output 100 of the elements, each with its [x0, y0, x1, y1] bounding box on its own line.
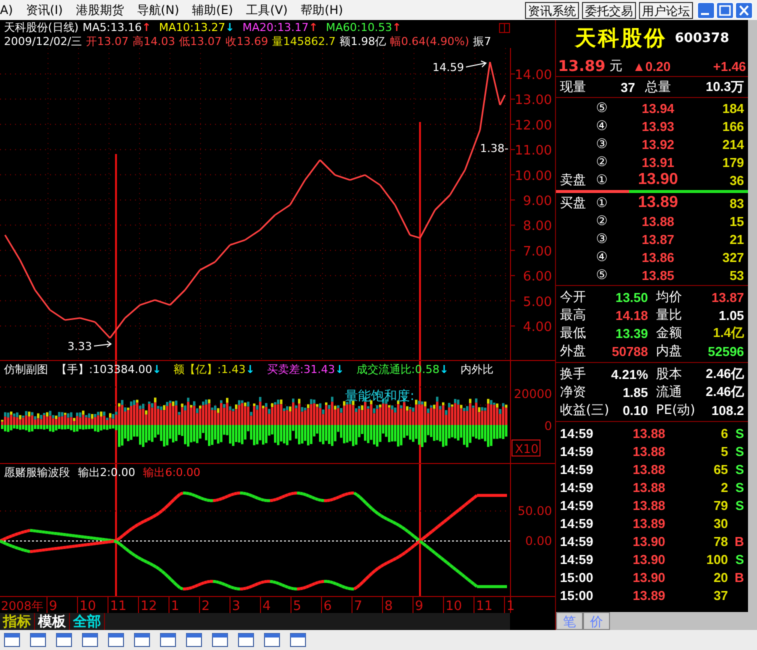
quote-value: 2009/12/02/三	[4, 34, 82, 48]
window-icon[interactable]	[212, 633, 228, 647]
field-value: 0.10	[622, 402, 648, 418]
trade-side: S	[735, 480, 744, 494]
menu-item[interactable]: 辅助(E)	[188, 2, 242, 18]
field-label: 股本	[656, 366, 682, 383]
trade-time: 14:59	[560, 426, 594, 440]
axis-label: 12.00	[514, 118, 552, 134]
field-label: 净资	[560, 384, 586, 401]
price-note: 1.38-	[480, 142, 508, 155]
price-label: 3.33	[68, 340, 92, 353]
field-value: 52596	[708, 344, 744, 358]
trade-price: 13.88	[632, 480, 666, 494]
window-icon[interactable]	[238, 633, 254, 647]
bid-size: 83	[728, 196, 744, 210]
trade-volume: 30	[712, 516, 728, 530]
square-icon[interactable]	[499, 23, 510, 33]
trade-time: 14:59	[560, 498, 594, 512]
trade-price: 13.90	[632, 570, 666, 584]
window-icon[interactable]	[30, 633, 46, 647]
field-label: 金额	[656, 325, 682, 342]
field-label: 最低	[560, 325, 586, 342]
quote-value: 幅0.64(4.90%)	[390, 34, 470, 48]
trend-arrow: ↓	[225, 20, 234, 34]
field-label: 最高	[560, 307, 586, 324]
trade-time: 15:00	[560, 588, 594, 602]
trade-volume: 78	[712, 534, 728, 548]
indicator-label: 额【亿】:1.43	[173, 362, 246, 376]
field-value: 2.46亿	[706, 365, 744, 383]
toolbar-button[interactable]: 委托交易	[582, 2, 636, 18]
last-price: 13.89	[558, 57, 606, 75]
ask-size: 214	[721, 136, 744, 152]
window-icon[interactable]	[134, 633, 150, 647]
ask-size: 179	[721, 154, 744, 170]
level-index: ④	[596, 118, 609, 134]
window-icon[interactable]	[82, 633, 98, 647]
ask-price: 13.93	[640, 118, 676, 134]
order-side-label: 卖盘	[560, 173, 586, 188]
window-icon[interactable]	[4, 633, 20, 647]
trade-time: 14:59	[560, 516, 594, 530]
trade-price: 13.88	[632, 444, 666, 458]
window-icon[interactable]	[56, 633, 72, 647]
toolbar-button[interactable]: 用户论坛	[639, 2, 693, 18]
trade-side: S	[735, 462, 744, 476]
menu-item[interactable]: A)	[0, 3, 22, 17]
trade-volume: 2	[720, 480, 728, 494]
trade-side: S	[735, 444, 744, 458]
axis-label: 4.00	[523, 320, 552, 335]
trade-side: B	[734, 570, 744, 584]
menu-item[interactable]: 资讯(I)	[22, 2, 72, 18]
trade-price: 13.89	[632, 516, 666, 530]
axis-label: 5	[293, 599, 302, 613]
field-value: 2.46亿	[706, 383, 744, 401]
bid-price: 13.85	[640, 268, 676, 282]
field-value: 1.85	[622, 384, 648, 400]
bid-price: 13.89	[637, 194, 680, 212]
axis-label: 9.00	[523, 194, 552, 209]
axis-label: 2008年	[1, 599, 44, 613]
menu-item[interactable]: 工具(V)	[242, 2, 297, 18]
window-icon[interactable]	[160, 633, 176, 647]
trade-time: 15:00	[560, 570, 594, 584]
axis-label: 2	[202, 599, 210, 613]
axis-label: 11.00	[514, 144, 552, 159]
axis-label: 9	[49, 599, 58, 613]
window-icon[interactable]	[264, 633, 280, 647]
quote-value: 振7	[473, 34, 492, 48]
field-value: 108.2	[712, 402, 744, 418]
maximize-icon[interactable]	[716, 2, 734, 18]
stock-code: 600378	[674, 30, 730, 46]
order-side-label: 买盘	[560, 196, 586, 211]
window-icon[interactable]	[108, 633, 124, 647]
menu-item[interactable]: 帮助(H)	[296, 2, 352, 18]
minimize-icon[interactable]	[697, 2, 715, 18]
ask-price: 13.90	[637, 171, 680, 189]
bid-price: 13.88	[640, 214, 676, 228]
menu-item[interactable]: 港股期货	[72, 2, 133, 18]
currency-unit: 元	[609, 58, 622, 75]
trade-volume: 20	[712, 570, 728, 584]
window-icon[interactable]	[186, 633, 202, 647]
toolbar-button[interactable]: 资讯系统	[525, 2, 579, 18]
field-value: 13.87	[712, 290, 744, 304]
trade-price: 13.90	[632, 534, 666, 548]
axis-label: 0	[544, 419, 552, 433]
field-value: 50788	[612, 344, 648, 358]
axis-label: 7.00	[523, 244, 552, 260]
indicator-label: 输出6:0.00	[143, 464, 200, 480]
bid-price: 13.86	[640, 250, 676, 264]
bid-size: 327	[721, 250, 744, 264]
window-icon[interactable]	[290, 633, 306, 647]
field-label: 收益(三)	[560, 402, 610, 419]
ask-price: 13.91	[640, 154, 676, 170]
close-icon[interactable]	[735, 2, 753, 18]
menu-item[interactable]: 导航(N)	[132, 2, 188, 18]
moving-average-label: MA60:10.53	[326, 20, 392, 34]
axis-label: 14.00	[514, 68, 552, 83]
field-label: 外盘	[560, 343, 586, 360]
field-label: 换手	[560, 366, 586, 383]
field-value: 37	[620, 80, 636, 94]
field-label: 内盘	[656, 343, 682, 360]
axis-label: 10.00	[514, 168, 552, 184]
